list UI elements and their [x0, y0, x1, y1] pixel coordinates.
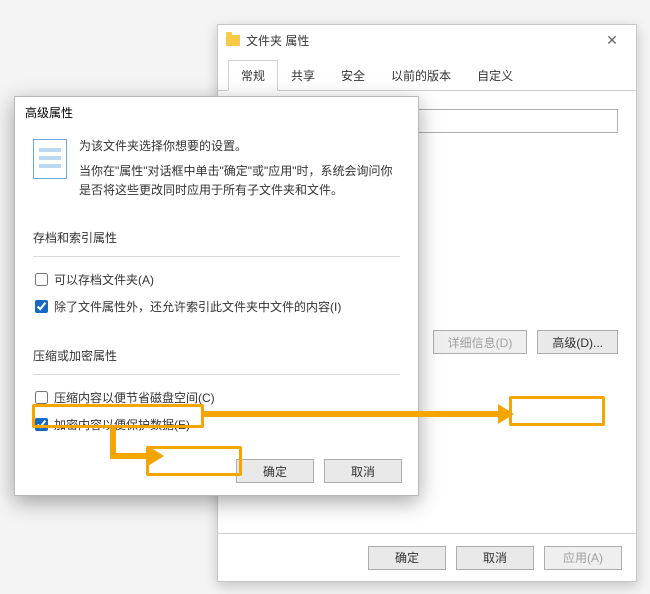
section-compress-label: 压缩或加密属性: [33, 347, 400, 364]
advanced-titlebar[interactable]: 高级属性: [15, 97, 418, 127]
checkbox-archive-label: 可以存档文件夹(A): [54, 271, 154, 288]
tab-custom[interactable]: 自定义: [464, 60, 526, 91]
checkbox-index-label: 除了文件属性外，还允许索引此文件夹中文件的内容(I): [54, 298, 341, 315]
intro-line-1: 为该文件夹选择你想要的设置。: [79, 137, 400, 156]
properties-tabs: 常规 共享 安全 以前的版本 自定义: [218, 59, 636, 91]
properties-titlebar[interactable]: 文件夹 属性 ✕: [218, 25, 636, 55]
tab-security[interactable]: 安全: [328, 60, 378, 91]
tab-general[interactable]: 常规: [228, 60, 278, 91]
tab-sharing[interactable]: 共享: [278, 60, 328, 91]
checkbox-compress[interactable]: 压缩内容以便节省磁盘空间(C): [35, 389, 400, 406]
checkbox-archive-input[interactable]: [35, 273, 48, 286]
details-button-disabled: 详细信息(D): [433, 330, 528, 354]
close-icon[interactable]: ✕: [596, 25, 628, 55]
properties-apply-button: 应用(A): [544, 546, 622, 570]
checkbox-index-input[interactable]: [35, 300, 48, 313]
checkbox-index[interactable]: 除了文件属性外，还允许索引此文件夹中文件的内容(I): [35, 298, 400, 315]
advanced-intro: 为该文件夹选择你想要的设置。 当你在"属性"对话框中单击"确定"或"应用"时，系…: [33, 137, 400, 207]
checkbox-compress-input[interactable]: [35, 391, 48, 404]
checkbox-encrypt-label: 加密内容以便保护数据(E): [54, 416, 190, 433]
advanced-ok-button[interactable]: 确定: [236, 459, 314, 483]
properties-footer: 确定 取消 应用(A): [218, 533, 636, 581]
advanced-title: 高级属性: [25, 104, 73, 121]
advanced-attributes-window: 高级属性 为该文件夹选择你想要的设置。 当你在"属性"对话框中单击"确定"或"应…: [14, 96, 419, 496]
checkbox-encrypt-input[interactable]: [35, 418, 48, 431]
advanced-button[interactable]: 高级(D)...: [537, 330, 618, 354]
advanced-cancel-button[interactable]: 取消: [324, 459, 402, 483]
folder-icon: [226, 35, 240, 46]
divider: [33, 256, 400, 257]
divider: [33, 374, 400, 375]
intro-line-2: 当你在"属性"对话框中单击"确定"或"应用"时，系统会询问你是否将这些更改同时应…: [79, 162, 400, 200]
properties-title: 文件夹 属性: [246, 32, 309, 49]
properties-ok-button[interactable]: 确定: [368, 546, 446, 570]
advanced-footer: 确定 取消: [15, 447, 418, 495]
properties-cancel-button[interactable]: 取消: [456, 546, 534, 570]
checkbox-archive[interactable]: 可以存档文件夹(A): [35, 271, 400, 288]
document-list-icon: [33, 139, 67, 179]
checkbox-compress-label: 压缩内容以便节省磁盘空间(C): [54, 389, 215, 406]
checkbox-encrypt[interactable]: 加密内容以便保护数据(E): [35, 416, 400, 433]
section-archive-label: 存档和索引属性: [33, 229, 400, 246]
tab-previous[interactable]: 以前的版本: [378, 60, 464, 91]
